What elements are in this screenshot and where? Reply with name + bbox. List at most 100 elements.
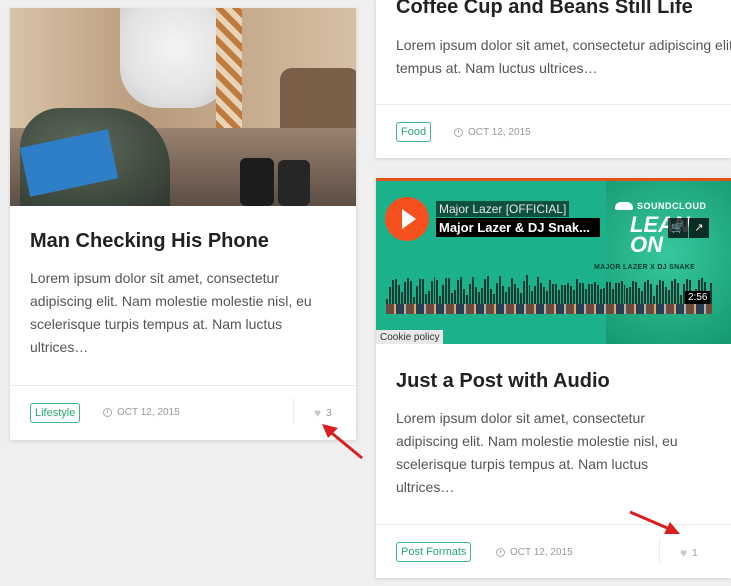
waveform-bar bbox=[510, 277, 513, 305]
waveform-bar bbox=[555, 284, 558, 305]
waveform-bar bbox=[638, 287, 641, 305]
waveform-bar bbox=[593, 281, 596, 305]
waveform-bar bbox=[498, 275, 501, 305]
waveform-bar bbox=[573, 290, 575, 305]
player-artist[interactable]: Major Lazer [OFFICIAL] bbox=[436, 201, 570, 217]
post-date: OCT 12, 2015 bbox=[103, 407, 180, 418]
waveform-bar bbox=[421, 278, 424, 305]
waveform-bar bbox=[391, 279, 394, 305]
track-duration: 2:56 bbox=[685, 291, 711, 304]
waveform-bar bbox=[543, 286, 546, 305]
waveform-bar bbox=[415, 285, 418, 305]
waveform-bar bbox=[576, 279, 578, 305]
tag-food[interactable]: Food bbox=[396, 122, 432, 142]
waveform-bar bbox=[522, 281, 525, 305]
like-count: 3 bbox=[326, 407, 332, 419]
share-icon[interactable]: ↗ bbox=[689, 218, 709, 238]
waveform-bar bbox=[481, 288, 483, 305]
waveform-bar bbox=[457, 280, 460, 305]
waveform-bar bbox=[427, 290, 430, 305]
waveform[interactable] bbox=[386, 273, 712, 305]
cart-icon[interactable]: 🛒 bbox=[668, 218, 688, 238]
post-date: OCT 12, 2015 bbox=[454, 127, 531, 138]
post-card-man-checking-phone: Man Checking His Phone Lorem ipsum dolor… bbox=[10, 8, 356, 440]
waveform-bar bbox=[528, 284, 531, 305]
waveform-bar bbox=[635, 281, 638, 305]
waveform-bar bbox=[599, 289, 602, 305]
waveform-bar bbox=[460, 276, 463, 305]
post-card-coffee-cup: Coffee Cup and Beans Still Life Lorem ip… bbox=[376, 0, 731, 158]
clock-icon bbox=[496, 548, 505, 557]
waveform-bar bbox=[564, 285, 567, 305]
waveform-bar bbox=[590, 284, 593, 305]
waveform-bar bbox=[430, 281, 433, 305]
commenter-avatars[interactable] bbox=[386, 304, 712, 314]
waveform-bar bbox=[552, 283, 555, 305]
card-divider bbox=[10, 385, 356, 386]
waveform-bar bbox=[418, 278, 421, 305]
soundcloud-logo[interactable]: SOUNDCLOUD bbox=[615, 201, 707, 211]
waveform-bar bbox=[605, 281, 608, 305]
post-date: OCT 12, 2015 bbox=[496, 547, 573, 558]
clock-icon bbox=[103, 408, 112, 417]
waveform-bar bbox=[632, 280, 635, 305]
waveform-bar bbox=[540, 283, 543, 305]
waveform-bar bbox=[445, 277, 448, 305]
waveform-bar bbox=[671, 281, 673, 305]
footer-separator bbox=[293, 398, 294, 424]
waveform-bar bbox=[388, 287, 391, 305]
waveform-bar bbox=[602, 287, 605, 305]
soundcloud-icon bbox=[615, 202, 633, 210]
waveform-bar bbox=[623, 284, 626, 305]
annotation-arrow-icon bbox=[322, 424, 363, 460]
waveform-bar bbox=[436, 280, 439, 305]
waveform-bar bbox=[442, 284, 445, 305]
annotation-arrow-icon bbox=[629, 510, 680, 534]
tag-post-formats[interactable]: Post Formats bbox=[396, 542, 472, 562]
waveform-bar bbox=[513, 284, 516, 305]
waveform-bar bbox=[596, 285, 599, 305]
waveform-bar bbox=[673, 279, 676, 305]
like-button[interactable]: ♥ 1 bbox=[680, 546, 698, 560]
player-track[interactable]: Major Lazer & DJ Snak... bbox=[436, 218, 600, 237]
waveform-bar bbox=[475, 286, 478, 305]
waveform-bar bbox=[614, 282, 617, 305]
tag-lifestyle[interactable]: Lifestyle bbox=[30, 403, 81, 423]
post-date-text: OCT 12, 2015 bbox=[468, 127, 531, 138]
waveform-bar bbox=[394, 279, 397, 305]
waveform-bar bbox=[489, 288, 492, 305]
play-button[interactable] bbox=[385, 197, 429, 241]
waveform-bar bbox=[584, 289, 587, 305]
waveform-bar bbox=[516, 287, 519, 305]
waveform-bar bbox=[409, 281, 412, 305]
waveform-bar bbox=[620, 280, 623, 305]
waveform-bar bbox=[403, 282, 406, 305]
post-title[interactable]: Man Checking His Phone bbox=[30, 230, 269, 253]
waveform-bar bbox=[507, 287, 510, 305]
waveform-bar bbox=[626, 287, 629, 305]
footer-separator bbox=[659, 538, 660, 564]
waveform-bar bbox=[501, 285, 504, 305]
waveform-bar bbox=[570, 286, 573, 305]
waveform-bar bbox=[578, 282, 581, 305]
waveform-bar bbox=[656, 285, 659, 305]
post-title[interactable]: Coffee Cup and Beans Still Life bbox=[396, 0, 693, 19]
waveform-bar bbox=[537, 276, 540, 305]
waveform-bar bbox=[406, 278, 409, 305]
waveform-bar bbox=[433, 277, 436, 305]
cookie-policy-link[interactable]: Cookie policy bbox=[376, 330, 444, 344]
post-excerpt: Lorem ipsum dolor sit amet, consectetur … bbox=[396, 37, 731, 76]
waveform-bar bbox=[534, 286, 537, 305]
soundcloud-player[interactable]: Major Lazer [OFFICIAL] Major Lazer & DJ … bbox=[376, 181, 731, 344]
waveform-bar bbox=[650, 283, 653, 305]
like-button[interactable]: ♥ 3 bbox=[314, 406, 332, 420]
post-title[interactable]: Just a Post with Audio bbox=[396, 370, 610, 393]
waveform-bar bbox=[676, 283, 679, 305]
waveform-bar bbox=[454, 289, 457, 305]
waveform-bar bbox=[665, 287, 668, 305]
post-thumbnail[interactable] bbox=[10, 8, 356, 206]
waveform-bar bbox=[448, 277, 451, 305]
waveform-bar bbox=[549, 280, 552, 305]
waveform-bar bbox=[561, 284, 564, 305]
waveform-bar bbox=[659, 279, 662, 305]
